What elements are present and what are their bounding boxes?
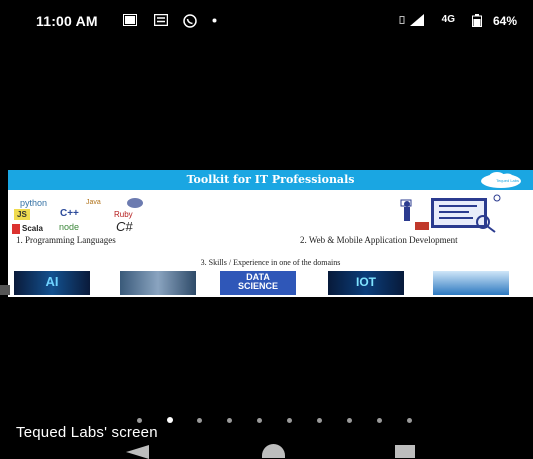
vibrate-icon — [399, 16, 405, 24]
language-csharp: C# — [116, 219, 133, 234]
page-dot[interactable] — [377, 418, 382, 423]
scala-icon — [12, 224, 20, 234]
caption-web-mobile: 2. Web & Mobile Application Development — [300, 235, 458, 245]
logo-text: Tequed Labs — [496, 178, 519, 183]
domain-thumb-cloud — [433, 271, 509, 295]
page-dot[interactable] — [317, 418, 322, 423]
page-dot[interactable] — [227, 418, 232, 423]
languages-collage: python JS Java C++ Ruby Scala node C# — [12, 196, 194, 236]
home-icon[interactable] — [262, 444, 285, 458]
domain-thumb-iot: IOT — [328, 271, 404, 295]
page-dot[interactable] — [137, 418, 142, 423]
banner-header: Toolkit for IT Professionals — [8, 170, 533, 190]
caption-programming: 1. Programming Languages — [16, 235, 116, 245]
page-dot[interactable] — [197, 418, 202, 423]
message-icon — [154, 14, 168, 26]
language-node: node — [59, 222, 80, 232]
language-js: JS — [14, 209, 30, 220]
network-type: 4G — [441, 14, 455, 25]
battery-icon — [472, 14, 482, 27]
domains-strip: AI DATA SCIENCE IOT — [8, 271, 533, 295]
toolkit-banner[interactable]: Toolkit for IT Professionals Tequed Labs… — [8, 170, 533, 297]
recent-apps-icon[interactable] — [395, 445, 415, 458]
status-time: 11:00 AM — [36, 13, 98, 29]
language-ruby: Ruby — [114, 210, 133, 219]
page-dot[interactable] — [257, 418, 262, 423]
language-cpp: C++ — [60, 208, 79, 219]
language-python: python — [20, 198, 48, 208]
domain-label-data-science: DATA SCIENCE — [237, 272, 278, 291]
image-icon — [123, 14, 137, 26]
domain-thumb-ai: AI — [14, 271, 90, 295]
page-dot[interactable] — [347, 418, 352, 423]
php-elephant-icon — [127, 198, 143, 208]
domain-thumb-data-science: DATA SCIENCE — [220, 271, 296, 295]
web-dev-illustration — [400, 194, 501, 233]
language-scala: Scala — [22, 224, 43, 233]
caption-skills: 3. Skills / Experience in one of the dom… — [200, 258, 341, 267]
language-java: Java — [86, 199, 101, 206]
banner-title: Toolkit for IT Professionals — [186, 173, 355, 186]
back-icon[interactable] — [126, 445, 149, 459]
signal-icon — [410, 14, 424, 26]
status-bar: 11:00 AM 4G 64% — [0, 0, 533, 40]
banner-left-edge — [0, 285, 10, 295]
domain-label-ai: AI — [45, 274, 59, 289]
screen-caption: Tequed Labs' screen — [16, 424, 158, 441]
page-dot[interactable] — [287, 418, 292, 423]
battery-percent: 64% — [492, 14, 517, 28]
whatsapp-icon — [183, 14, 197, 28]
dot-icon — [212, 18, 217, 23]
domain-thumb-cloud-network — [120, 271, 196, 295]
page-dot[interactable] — [407, 418, 412, 423]
page-dot[interactable] — [167, 417, 173, 423]
domain-label-iot: IOT — [356, 275, 376, 289]
